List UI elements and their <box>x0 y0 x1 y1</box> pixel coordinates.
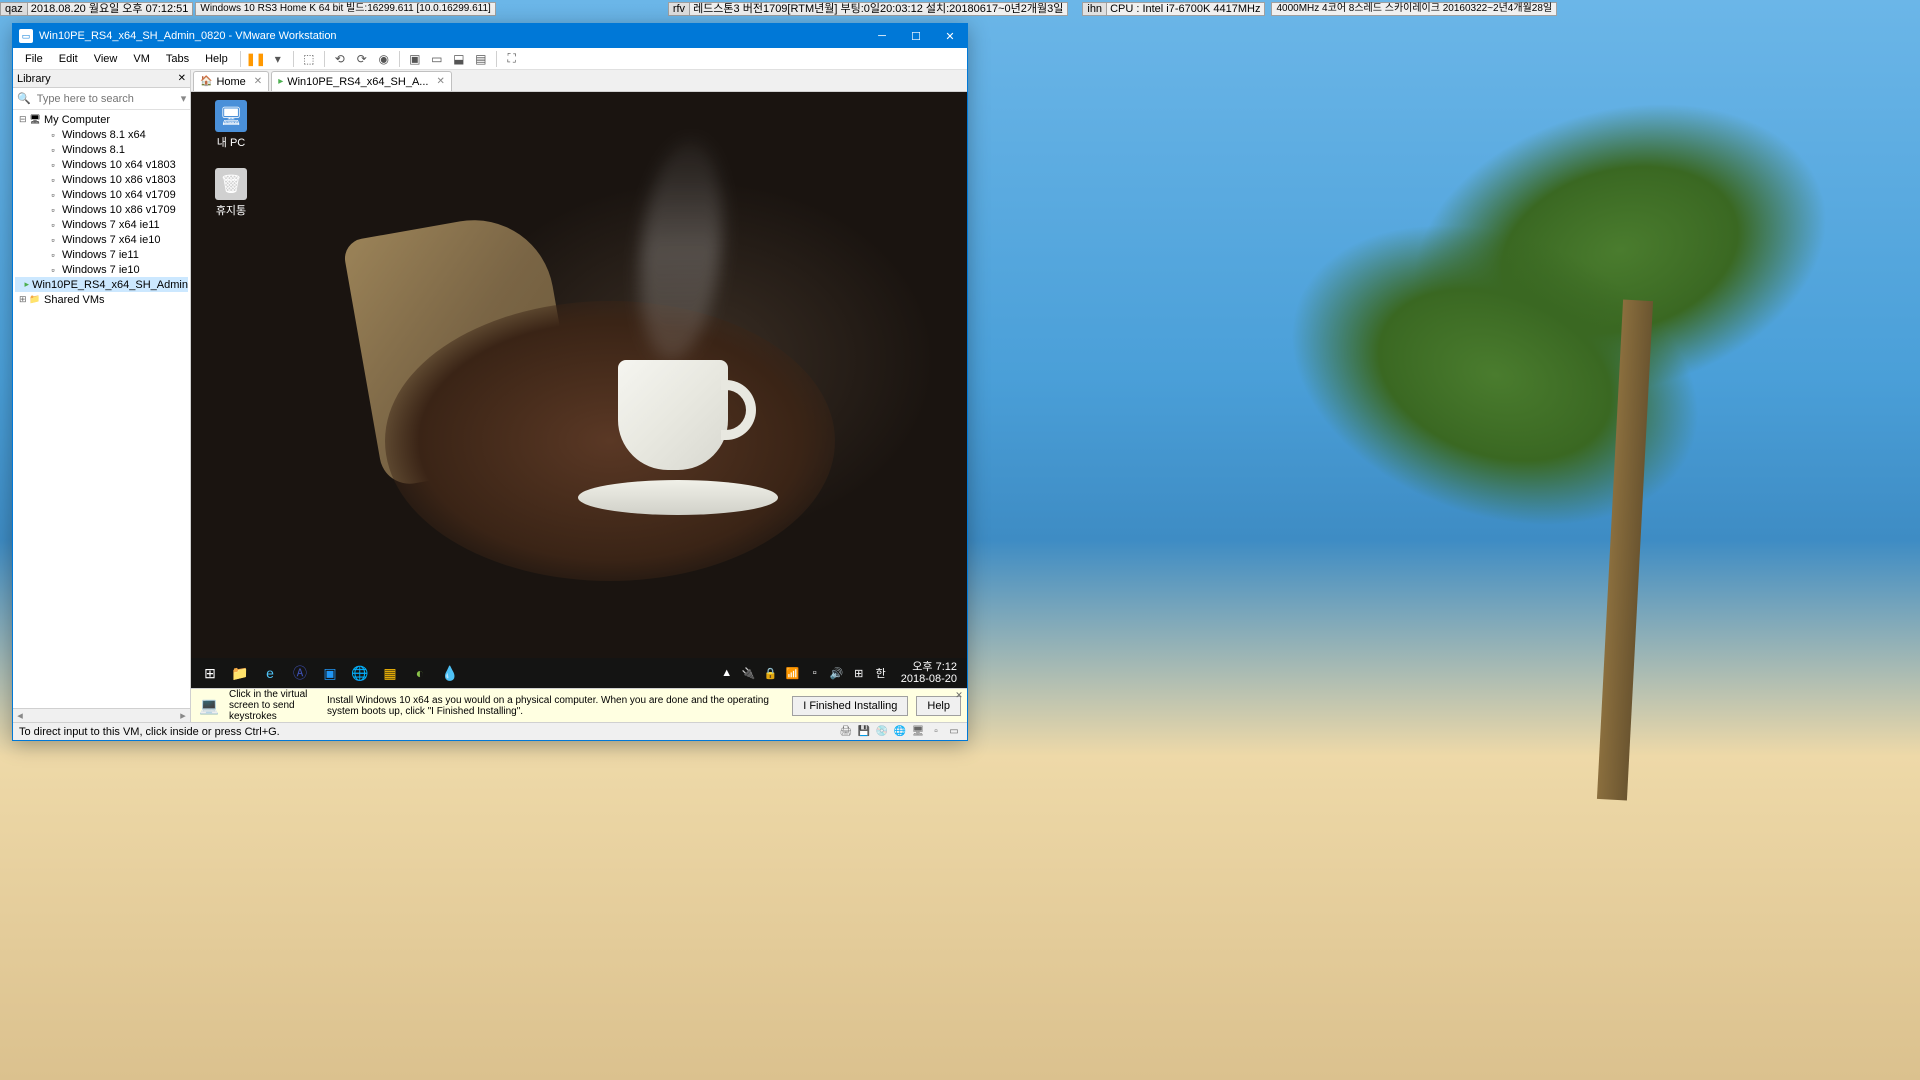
tab-vm[interactable]: ▸Win10PE_RS4_x64_SH_A...✕ <box>271 71 452 91</box>
vmware-icon: ▭ <box>19 29 33 43</box>
info-icon: 💻 <box>197 694 221 718</box>
hint-message: Install Windows 10 x64 as you would on a… <box>327 695 784 717</box>
snapshot-button[interactable]: ⟲ <box>330 49 350 69</box>
status-device-icon[interactable]: ▫ <box>929 725 943 739</box>
menu-tabs[interactable]: Tabs <box>158 51 197 67</box>
tray-icon[interactable]: 🔌 <box>741 665 757 681</box>
guest-chrome-button[interactable]: 🌐 <box>345 659 375 687</box>
vm-tabbar: 🏠Home✕ ▸Win10PE_RS4_x64_SH_A...✕ <box>191 70 967 92</box>
menu-edit[interactable]: Edit <box>51 51 86 67</box>
monitor-build: rfv레드스톤3 버전1709[RTM년월] 부팅:0일20:03:12 설치:… <box>668 2 1069 16</box>
search-icon: 🔍 <box>17 92 31 105</box>
library-header: Library ✕ <box>13 70 190 88</box>
send-ctrl-alt-del-button[interactable]: ⬚ <box>299 49 319 69</box>
console-view-button[interactable]: ▭ <box>427 49 447 69</box>
tree-vm-item-active[interactable]: ▸Win10PE_RS4_x64_SH_Admin <box>15 277 188 292</box>
tree-vm-item[interactable]: ▫Windows 8.1 <box>15 142 188 157</box>
guest-clock[interactable]: 오후 7:122018-08-20 <box>895 661 963 685</box>
snapshot-revert-button[interactable]: ⟳ <box>352 49 372 69</box>
guest-app-button[interactable]: ▣ <box>315 659 345 687</box>
library-search: 🔍 ▾ <box>13 88 190 110</box>
minimize-button[interactable]: ─ <box>865 24 899 48</box>
guest-ie-button[interactable]: e <box>255 659 285 687</box>
guest-taskbar: ⊞ 📁 e Ⓐ ▣ 🌐 ▦ ◐ 💧 ▲ 🔌 🔒 📶 ▫ <box>191 658 967 688</box>
snapshot-manager-button[interactable]: ◉ <box>374 49 394 69</box>
menu-view[interactable]: View <box>86 51 126 67</box>
tree-vm-item[interactable]: ▫Windows 7 x64 ie11 <box>15 217 188 232</box>
tray-volume-icon[interactable]: 🔊 <box>829 665 845 681</box>
tray-icon[interactable]: ⊞ <box>851 665 867 681</box>
library-scrollbar[interactable]: ◂▸ <box>13 708 190 722</box>
library-close-button[interactable]: ✕ <box>178 73 186 84</box>
guest-explorer-button[interactable]: 📁 <box>225 659 255 687</box>
guest-app-button[interactable]: Ⓐ <box>285 659 315 687</box>
library-panel: Library ✕ 🔍 ▾ ⊟🖥My Computer ▫Windows 8.1… <box>13 70 191 722</box>
library-tree: ⊟🖥My Computer ▫Windows 8.1 x64 ▫Windows … <box>13 110 190 708</box>
finished-installing-button[interactable]: I Finished Installing <box>792 696 908 716</box>
monitor-cpu: ihnCPU : Intel i7-6700K 4417MHz <box>1082 2 1265 16</box>
monitor-datetime: qaz2018.08.20 월요일 오후 07:12:51 <box>0 2 193 16</box>
tab-close[interactable]: ✕ <box>436 76 444 87</box>
tray-icon[interactable]: ▲ <box>719 665 735 681</box>
search-input[interactable] <box>35 91 181 107</box>
install-hint-bar: ✕ 💻 Click in the virtual screen to send … <box>191 688 967 722</box>
maximize-button[interactable]: ☐ <box>899 24 933 48</box>
thumbnail-button[interactable]: ▤ <box>471 49 491 69</box>
vmware-workstation-window: ▭ Win10PE_RS4_x64_SH_Admin_0820 - VMware… <box>12 23 968 741</box>
status-device-icon[interactable]: ▭ <box>947 725 961 739</box>
menu-file[interactable]: File <box>17 51 51 67</box>
fullscreen-button[interactable]: ⛶ <box>502 49 522 69</box>
close-button[interactable]: ✕ <box>933 24 967 48</box>
monitor-os: Windows 10 RS3 Home K 64 bit 빌드:16299.61… <box>195 2 495 16</box>
vm-running-icon: ▸ <box>278 76 283 87</box>
status-device-icon[interactable]: 🖨 <box>839 725 853 739</box>
menu-help[interactable]: Help <box>197 51 236 67</box>
menubar: File Edit View VM Tabs Help ❚❚ ▾ ⬚ ⟲ ⟳ ◉… <box>13 48 967 70</box>
vm-screen[interactable]: 🖥내 PC 🗑휴지통 ⊞ 📁 e Ⓐ ▣ 🌐 ▦ ◐ 💧 ▲ <box>191 92 967 688</box>
tree-vm-item[interactable]: ▫Windows 7 ie11 <box>15 247 188 262</box>
menu-vm[interactable]: VM <box>125 51 158 67</box>
status-device-icon[interactable]: 🖥 <box>911 725 925 739</box>
pc-icon: 🖥 <box>215 100 247 132</box>
hint-text: Click in the virtual screen to send keys… <box>229 689 319 722</box>
tree-vm-item[interactable]: ▫Windows 10 x86 v1709 <box>15 202 188 217</box>
tab-home[interactable]: 🏠Home✕ <box>193 71 269 91</box>
window-title: Win10PE_RS4_x64_SH_Admin_0820 - VMware W… <box>39 30 865 42</box>
status-device-icon[interactable]: 💿 <box>875 725 889 739</box>
status-device-icon[interactable]: 💾 <box>857 725 871 739</box>
tree-vm-item[interactable]: ▫Windows 10 x86 v1803 <box>15 172 188 187</box>
tree-vm-item[interactable]: ▫Windows 10 x64 v1803 <box>15 157 188 172</box>
tray-network-icon[interactable]: 📶 <box>785 665 801 681</box>
tray-icon[interactable]: 🔒 <box>763 665 779 681</box>
guest-desktop-mypc[interactable]: 🖥내 PC <box>201 100 261 150</box>
unity-button[interactable]: ⬓ <box>449 49 469 69</box>
home-icon: 🏠 <box>200 76 212 87</box>
tab-close[interactable]: ✕ <box>254 76 262 87</box>
hint-close-button[interactable]: ✕ <box>953 690 965 702</box>
guest-app-button[interactable]: ◐ <box>405 659 435 687</box>
tree-shared-vms[interactable]: ⊞📁Shared VMs <box>15 292 188 307</box>
recycle-icon: 🗑 <box>215 168 247 200</box>
statusbar: To direct input to this VM, click inside… <box>13 722 967 740</box>
pause-button[interactable]: ❚❚ <box>246 49 266 69</box>
status-device-icon[interactable]: 🌐 <box>893 725 907 739</box>
titlebar[interactable]: ▭ Win10PE_RS4_x64_SH_Admin_0820 - VMware… <box>13 24 967 48</box>
tree-vm-item[interactable]: ▫Windows 10 x64 v1709 <box>15 187 188 202</box>
tray-icon[interactable]: ▫ <box>807 665 823 681</box>
tree-my-computer[interactable]: ⊟🖥My Computer <box>15 112 188 127</box>
tree-vm-item[interactable]: ▫Windows 7 ie10 <box>15 262 188 277</box>
tree-vm-item[interactable]: ▫Windows 7 x64 ie10 <box>15 232 188 247</box>
guest-start-button[interactable]: ⊞ <box>195 659 225 687</box>
fit-guest-button[interactable]: ▣ <box>405 49 425 69</box>
monitor-cpu-detail: 4000MHz 4코어 8스레드 스카이레이크 20160322~2년4개월28… <box>1271 2 1557 16</box>
guest-app-button[interactable]: 💧 <box>435 659 465 687</box>
tree-vm-item[interactable]: ▫Windows 8.1 x64 <box>15 127 188 142</box>
tray-ime-icon[interactable]: 한 <box>873 665 889 681</box>
search-dropdown[interactable]: ▾ <box>181 92 187 105</box>
host-monitor-bar: qaz2018.08.20 월요일 오후 07:12:51 Windows 10… <box>0 2 1920 16</box>
guest-app-button[interactable]: ▦ <box>375 659 405 687</box>
guest-desktop-recycle[interactable]: 🗑휴지통 <box>201 168 261 218</box>
power-dropdown[interactable]: ▾ <box>268 49 288 69</box>
status-text: To direct input to this VM, click inside… <box>19 726 280 738</box>
